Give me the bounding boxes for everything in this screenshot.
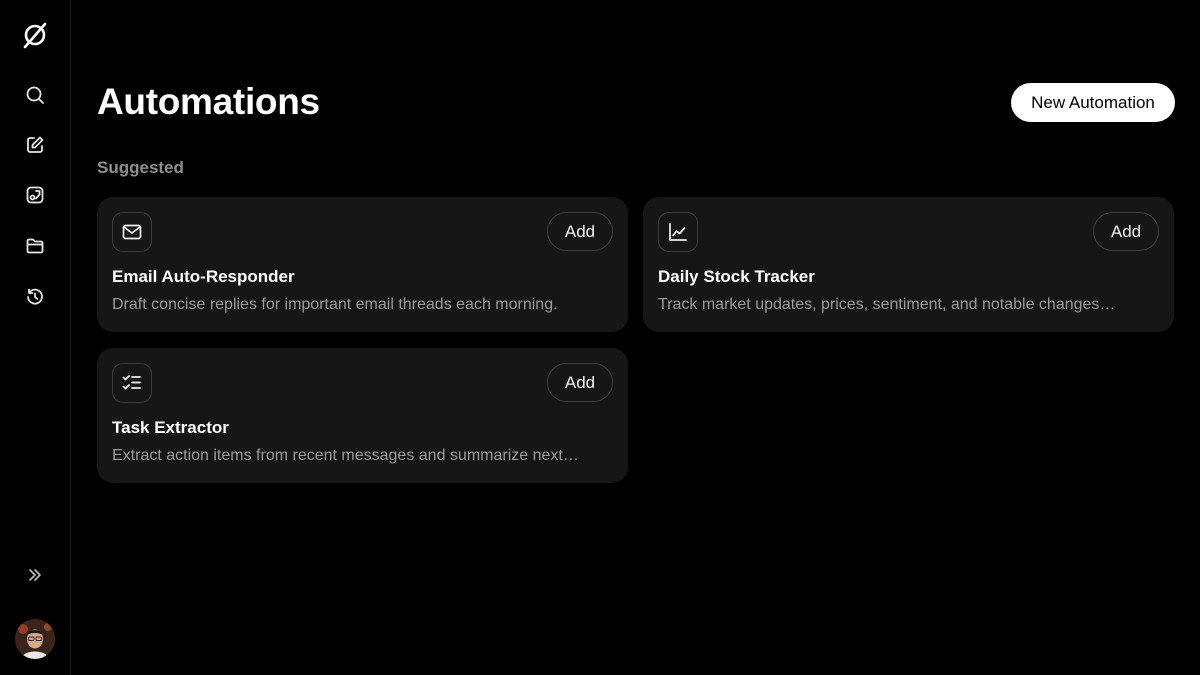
card-title: Email Auto-Responder bbox=[112, 267, 295, 286]
page-title: Automations bbox=[97, 81, 320, 122]
avatar[interactable] bbox=[15, 619, 55, 659]
history-icon[interactable] bbox=[15, 277, 55, 317]
add-button[interactable]: Add bbox=[547, 363, 613, 402]
card-title: Task Extractor bbox=[112, 418, 229, 437]
card-description: Draft concise replies for important emai… bbox=[112, 296, 558, 313]
automation-card[interactable]: Add Daily Stock Tracker Track market upd… bbox=[643, 197, 1174, 332]
card-title: Daily Stock Tracker bbox=[658, 267, 815, 286]
card-description: Track market updates, prices, sentiment,… bbox=[658, 296, 1116, 313]
spaces-icon[interactable] bbox=[15, 175, 55, 215]
chevrons-right-icon[interactable] bbox=[15, 555, 55, 595]
folder-icon[interactable] bbox=[15, 226, 55, 266]
app-window: Automations New Automation Suggested Add… bbox=[0, 0, 1200, 675]
mail-icon bbox=[112, 212, 152, 252]
sidebar bbox=[0, 0, 71, 675]
section-label-suggested: Suggested bbox=[97, 158, 184, 177]
add-button[interactable]: Add bbox=[547, 212, 613, 251]
compose-icon[interactable] bbox=[15, 125, 55, 165]
card-description: Extract action items from recent message… bbox=[112, 447, 579, 464]
new-automation-button[interactable]: New Automation bbox=[1011, 83, 1175, 122]
search-icon[interactable] bbox=[15, 75, 55, 115]
add-button[interactable]: Add bbox=[1093, 212, 1159, 251]
logo-icon[interactable] bbox=[15, 15, 55, 55]
checklist-icon bbox=[112, 363, 152, 403]
main-content: Automations New Automation Suggested Add… bbox=[71, 0, 1200, 675]
automation-card[interactable]: Add Email Auto-Responder Draft concise r… bbox=[97, 197, 628, 332]
automation-card[interactable]: Add Task Extractor Extract action items … bbox=[97, 348, 628, 483]
line-chart-icon bbox=[658, 212, 698, 252]
